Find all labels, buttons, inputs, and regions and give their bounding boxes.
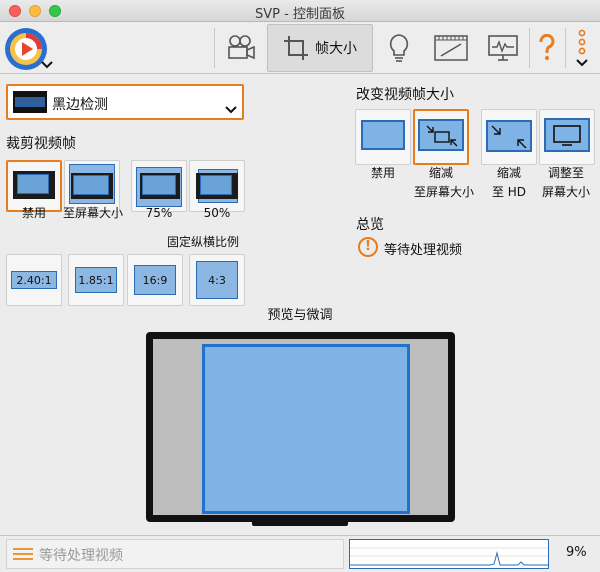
shrink-to-screen-icon <box>426 125 458 147</box>
status-bar: 等待处理视频 9% <box>0 535 600 572</box>
cpu-percentage: 9% <box>566 545 587 560</box>
main-panel: 黑边检测 裁剪视频帧 禁用 至屏幕大小 75% 50% 固定纵横比例 2.40:… <box>0 75 600 535</box>
crop-preview-icon <box>71 173 113 199</box>
resize-option-label: 屏幕大小 <box>541 185 590 199</box>
black-border-detection-dropdown[interactable]: 黑边检测 <box>6 84 244 120</box>
resize-option-disabled[interactable] <box>355 109 411 165</box>
toolbar: 帧大小 <box>0 22 600 74</box>
aspect-ratio-label: 4:3 <box>196 261 238 299</box>
preview-monitor[interactable] <box>146 332 455 522</box>
toolbar-separator <box>529 28 530 68</box>
status-message-box: 等待处理视频 <box>6 539 344 569</box>
resize-section-title: 改变视频帧大小 <box>356 87 454 103</box>
tab-tips[interactable] <box>376 24 422 72</box>
resize-option-downscale-hd[interactable] <box>481 109 537 165</box>
question-mark-icon <box>539 34 555 60</box>
crop-option-label: 50% <box>203 206 231 220</box>
crop-option-50[interactable] <box>189 160 245 212</box>
help-button[interactable] <box>533 24 561 72</box>
title-bar: SVP - 控制面板 <box>0 0 600 22</box>
aspect-ratio-label: 2.40:1 <box>11 271 57 289</box>
resize-option-label: 调整至 <box>547 166 584 180</box>
toolbar-separator <box>214 28 215 68</box>
aspect-ratio-title: 固定纵横比例 <box>167 235 240 249</box>
cpu-usage-graph <box>349 539 549 569</box>
resize-option-downscale-screen[interactable] <box>413 109 469 165</box>
more-dots-icon <box>576 29 588 67</box>
status-text: 等待处理视频 <box>39 548 123 564</box>
menu-lines-icon <box>13 548 33 562</box>
tab-frame-size[interactable]: 帧大小 <box>267 24 373 72</box>
monitor-graph-icon <box>488 35 518 61</box>
exclamation-icon: ! <box>358 237 378 257</box>
crop-section-title: 裁剪视频帧 <box>6 136 76 152</box>
crop-option-label: 至屏幕大小 <box>62 206 123 220</box>
cpu-graph-line <box>350 547 548 566</box>
window-title: SVP - 控制面板 <box>255 7 345 22</box>
preview-video-frame[interactable] <box>202 344 410 514</box>
crop-option-75[interactable] <box>131 160 187 212</box>
shrink-to-hd-icon <box>491 125 527 149</box>
tab-video-settings[interactable] <box>218 24 264 72</box>
toolbar-separator <box>565 28 566 68</box>
tab-frame-size-label: 帧大小 <box>315 41 357 57</box>
aspect-ratio-label: 1.85:1 <box>75 267 117 293</box>
chevron-down-icon <box>225 106 237 114</box>
more-menu-button[interactable] <box>569 24 595 72</box>
resize-option-label: 缩减 <box>428 166 453 180</box>
crop-option-label: 75% <box>145 206 173 220</box>
chevron-down-icon[interactable] <box>40 60 54 70</box>
aspect-option-2-40[interactable]: 2.40:1 <box>6 254 62 306</box>
dropdown-label: 黑边检测 <box>52 97 108 113</box>
monitor-stand <box>252 518 348 526</box>
tab-profiles[interactable] <box>428 24 474 72</box>
resize-option-fit-screen[interactable] <box>539 109 595 165</box>
monitor-icon <box>553 125 581 146</box>
crop-preview-icon <box>196 173 238 199</box>
summary-section-title: 总览 <box>356 217 384 233</box>
resize-option-label: 至 HD <box>491 185 527 199</box>
preview-title: 预览与微调 <box>267 308 333 323</box>
aspect-option-4-3[interactable]: 4:3 <box>189 254 245 306</box>
letterbox-icon <box>13 91 47 113</box>
resize-option-label: 至屏幕大小 <box>413 185 474 199</box>
summary-status-text: 等待处理视频 <box>384 243 463 258</box>
crop-option-label: 禁用 <box>21 206 46 220</box>
crop-preview-icon <box>140 173 180 199</box>
aspect-ratio-label: 16:9 <box>134 265 176 295</box>
lightbulb-icon <box>389 34 409 62</box>
resize-option-label: 禁用 <box>370 166 395 180</box>
aspect-option-16-9[interactable]: 16:9 <box>127 254 183 306</box>
aspect-option-1-85[interactable]: 1.85:1 <box>68 254 124 306</box>
movie-camera-icon <box>228 35 255 60</box>
ruler-frame-icon <box>434 35 468 61</box>
preview-screen <box>153 339 448 515</box>
resize-option-label: 缩减 <box>496 166 521 180</box>
crop-icon <box>284 36 308 60</box>
crop-preview-icon <box>13 171 55 199</box>
tab-monitor[interactable] <box>480 24 526 72</box>
